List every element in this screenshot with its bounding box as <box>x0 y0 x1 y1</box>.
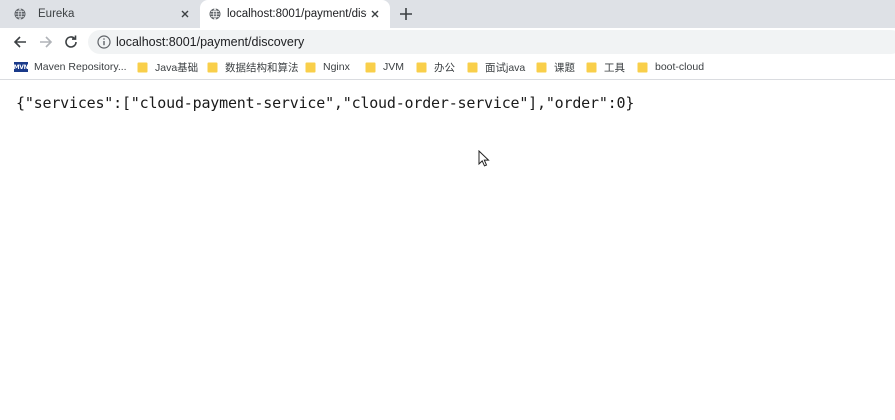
bookmarks-bar: MVN Maven Repository... Java基础 数据结构和算法 N… <box>0 55 895 80</box>
bookmark-label: 工具 <box>604 61 625 74</box>
folder-icon <box>365 62 376 72</box>
folder-icon <box>137 62 148 72</box>
close-icon[interactable] <box>368 7 382 21</box>
bookmark-label: JVM <box>383 61 404 73</box>
page-content: {"services":["cloud-payment-service","cl… <box>0 81 895 420</box>
tab-title: localhost:8001/payment/disco <box>227 8 367 20</box>
folder-icon <box>416 62 427 72</box>
folder-icon <box>586 62 597 72</box>
tab-eureka[interactable]: Eureka <box>0 0 200 28</box>
json-response-text: {"services":["cloud-payment-service","cl… <box>16 94 635 112</box>
url-text[interactable]: localhost:8001/payment/discovery <box>116 35 304 49</box>
tab-strip: Eureka localhost:8001/payment/disco <box>0 0 895 28</box>
bookmark-label: 数据结构和算法 <box>225 61 299 74</box>
folder-icon <box>637 62 648 72</box>
bookmark-maven-repository[interactable]: MVN Maven Repository... <box>14 55 127 79</box>
address-bar[interactable]: localhost:8001/payment/discovery <box>88 30 895 54</box>
back-arrow-icon[interactable] <box>12 34 28 50</box>
tab-title: Eureka <box>38 8 75 20</box>
bookmark-folder-java-basics[interactable]: Java基础 <box>137 55 198 79</box>
bookmark-folder-office[interactable]: 办公 <box>416 55 455 79</box>
maven-icon: MVN <box>13 62 29 72</box>
forward-arrow-icon[interactable] <box>38 34 54 50</box>
folder-icon <box>207 62 218 72</box>
close-icon[interactable] <box>178 7 192 21</box>
folder-icon <box>305 62 316 72</box>
bookmark-label: Nginx <box>323 61 350 73</box>
bookmark-label: 课题 <box>554 61 575 74</box>
reload-icon[interactable] <box>63 34 79 50</box>
bookmark-folder-jvm[interactable]: JVM <box>365 55 404 79</box>
globe-icon <box>209 8 221 20</box>
mouse-cursor-icon <box>478 150 490 167</box>
bookmark-folder-topics[interactable]: 课题 <box>536 55 575 79</box>
browser-toolbar: localhost:8001/payment/discovery <box>0 28 895 55</box>
bookmark-folder-data-structures[interactable]: 数据结构和算法 <box>207 55 299 79</box>
bookmark-folder-nginx[interactable]: Nginx <box>305 55 350 79</box>
bookmark-label: boot-cloud <box>655 61 705 73</box>
new-tab-plus-icon[interactable] <box>398 6 414 22</box>
info-icon[interactable] <box>97 35 111 49</box>
folder-icon <box>467 62 478 72</box>
bookmark-label: Java基础 <box>155 61 199 74</box>
bookmark-label: Maven Repository... <box>34 61 127 73</box>
bookmark-folder-tools[interactable]: 工具 <box>586 55 625 79</box>
folder-icon <box>536 62 547 72</box>
bookmark-label: 面试java <box>485 61 526 74</box>
globe-icon <box>14 8 26 20</box>
bookmark-label: 办公 <box>434 61 455 74</box>
bookmark-folder-interview-java[interactable]: 面试java <box>467 55 525 79</box>
bookmark-folder-boot-cloud[interactable]: boot-cloud <box>637 55 704 79</box>
tab-payment-discovery[interactable]: localhost:8001/payment/disco <box>200 0 390 28</box>
